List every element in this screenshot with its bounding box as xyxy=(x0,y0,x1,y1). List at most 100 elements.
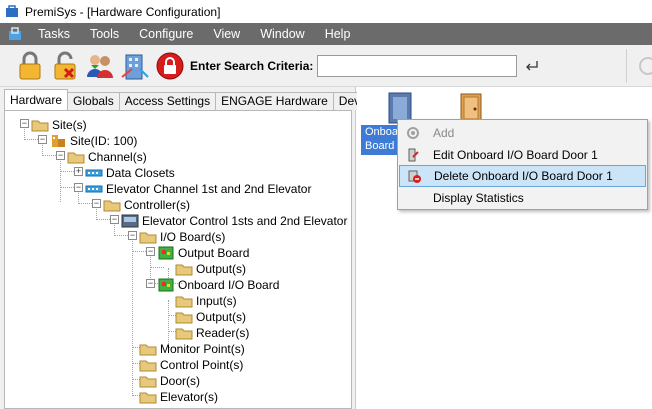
menu-window[interactable]: Window xyxy=(250,23,314,45)
tree-node-output-board[interactable]: Output Board xyxy=(157,245,249,261)
expander[interactable]: − xyxy=(146,279,155,288)
tree-node-label: Reader(s) xyxy=(196,326,250,340)
tree-node-label: Data Closets xyxy=(106,166,175,180)
tree-node-label: Channel(s) xyxy=(88,150,147,164)
tab-access-settings[interactable]: Access Settings xyxy=(118,92,217,110)
context-menu: Add Edit Onboard I/O Board Door 1 Delete… xyxy=(397,119,648,210)
folder-icon xyxy=(67,152,85,164)
search-label: Enter Search Criteria: xyxy=(190,58,314,73)
menu-view[interactable]: View xyxy=(203,23,250,45)
expander[interactable]: − xyxy=(128,231,137,240)
tree-node-monitor-points[interactable]: Monitor Point(s) xyxy=(139,341,245,357)
tree-node-label: Output(s) xyxy=(196,262,247,276)
tree-node-elevators[interactable]: Elevator(s) xyxy=(139,389,218,405)
tree-node-label: Site(s) xyxy=(52,118,87,132)
tree-node-label: Door(s) xyxy=(160,374,201,388)
tree-node-label: Onboard I/O Board xyxy=(178,278,280,292)
context-item-label: Edit Onboard I/O Board Door 1 xyxy=(433,148,598,162)
tree-node-label: Output Board xyxy=(178,246,250,260)
menu-app-icon[interactable] xyxy=(8,27,22,41)
folder-icon xyxy=(103,200,121,212)
board-icon xyxy=(158,246,174,260)
tab-hardware[interactable]: Hardware xyxy=(4,89,69,110)
folder-icon xyxy=(175,312,193,324)
users-button[interactable] xyxy=(84,49,116,83)
tree-node-label: Elevator Channel 1st and 2nd Elevator xyxy=(106,182,312,196)
tree-node-label: Control Point(s) xyxy=(160,358,244,372)
folder-icon xyxy=(175,328,193,340)
toolbar: Enter Search Criteria: xyxy=(0,45,652,87)
expander[interactable]: − xyxy=(146,247,155,256)
expander[interactable]: − xyxy=(92,199,101,208)
building-button[interactable] xyxy=(119,49,151,83)
users-icon xyxy=(87,54,113,78)
app-icon xyxy=(6,4,18,17)
lockdown-button[interactable] xyxy=(154,49,186,83)
expander[interactable]: + xyxy=(74,167,83,176)
tree-node-outputs[interactable]: Output(s) xyxy=(175,261,246,277)
expander[interactable]: − xyxy=(74,183,83,192)
hardware-tree[interactable]: − − − + − − − − − − Site(s) Site(ID: 100… xyxy=(4,110,352,409)
tree-node-onboard-io-board[interactable]: Onboard I/O Board xyxy=(157,277,279,293)
tree-node-doors[interactable]: Door(s) xyxy=(139,373,200,389)
expander[interactable]: − xyxy=(56,151,65,160)
toolbar-separator xyxy=(626,49,627,83)
board-icon xyxy=(158,278,174,292)
menu-help[interactable]: Help xyxy=(315,23,361,45)
tree-node-label: Monitor Point(s) xyxy=(160,342,245,356)
context-item-label: Delete Onboard I/O Board Door 1 xyxy=(434,169,613,183)
tree-node-data-closets[interactable]: Data Closets xyxy=(85,165,175,181)
tree-node-site[interactable]: Site(ID: 100) xyxy=(49,133,137,149)
controller-icon xyxy=(121,214,139,228)
context-item-edit[interactable]: Edit Onboard I/O Board Door 1 xyxy=(399,144,646,166)
edit-icon xyxy=(408,148,419,162)
folder-icon xyxy=(175,264,193,276)
lock-button[interactable] xyxy=(14,49,46,83)
tree-node-inputs[interactable]: Input(s) xyxy=(175,293,237,309)
menu-tools[interactable]: Tools xyxy=(80,23,129,45)
tree-node-sites[interactable]: Site(s) xyxy=(31,117,87,133)
tree-node-control-points[interactable]: Control Point(s) xyxy=(139,357,243,373)
network-icon xyxy=(85,169,103,177)
tree-node-label: I/O Board(s) xyxy=(160,230,226,244)
menu-tasks[interactable]: Tasks xyxy=(28,23,80,45)
context-item-delete[interactable]: Delete Onboard I/O Board Door 1 xyxy=(399,165,646,187)
menu-configure[interactable]: Configure xyxy=(129,23,203,45)
context-item-display-statistics[interactable]: Display Statistics xyxy=(399,187,646,209)
tree-node-outputs-onboard[interactable]: Output(s) xyxy=(175,309,246,325)
search-input[interactable] xyxy=(317,54,518,77)
folder-icon xyxy=(139,376,157,388)
expander[interactable]: − xyxy=(20,119,29,128)
title-bar: PremiSys - [Hardware Configuration] xyxy=(0,0,652,23)
search-go-button[interactable] xyxy=(521,55,543,77)
tab-engage-hardware[interactable]: ENGAGE Hardware xyxy=(215,92,334,110)
folder-icon xyxy=(139,392,157,404)
context-item-label: Display Statistics xyxy=(433,191,524,205)
building-icon xyxy=(121,54,149,79)
expander[interactable]: − xyxy=(110,215,119,224)
tree-node-label: Controller(s) xyxy=(124,198,191,212)
unlock-button[interactable] xyxy=(49,49,81,83)
tab-strip: Hardware Globals Access Settings ENGAGE … xyxy=(4,89,388,110)
selected-item[interactable]: Onboard Board xyxy=(361,125,397,155)
add-gear-icon xyxy=(407,127,419,139)
tree-node-label: Output(s) xyxy=(196,310,247,324)
network-icon xyxy=(85,185,103,193)
tree-node-controllers[interactable]: Controller(s) xyxy=(103,197,190,213)
folder-icon xyxy=(31,120,49,132)
unlock-icon xyxy=(54,51,76,79)
enter-arrow-icon xyxy=(526,60,539,70)
context-item-add[interactable]: Add xyxy=(399,122,646,144)
tree-node-io-boards[interactable]: I/O Board(s) xyxy=(139,229,225,245)
expander[interactable]: − xyxy=(38,135,47,144)
context-item-label: Add xyxy=(433,126,455,140)
lockdown-icon xyxy=(156,52,184,79)
folder-icon xyxy=(139,360,157,372)
tree-node-elevator-control[interactable]: Elevator Control 1sts and 2nd Elevator xyxy=(121,213,347,229)
gear-icon[interactable] xyxy=(634,55,652,77)
menu-bar: Tasks Tools Configure View Window Help xyxy=(0,23,652,45)
tree-node-readers[interactable]: Reader(s) xyxy=(175,325,249,341)
tree-node-elevator-channel[interactable]: Elevator Channel 1st and 2nd Elevator xyxy=(85,181,311,197)
tree-node-channels[interactable]: Channel(s) xyxy=(67,149,147,165)
tab-globals[interactable]: Globals xyxy=(67,92,120,110)
